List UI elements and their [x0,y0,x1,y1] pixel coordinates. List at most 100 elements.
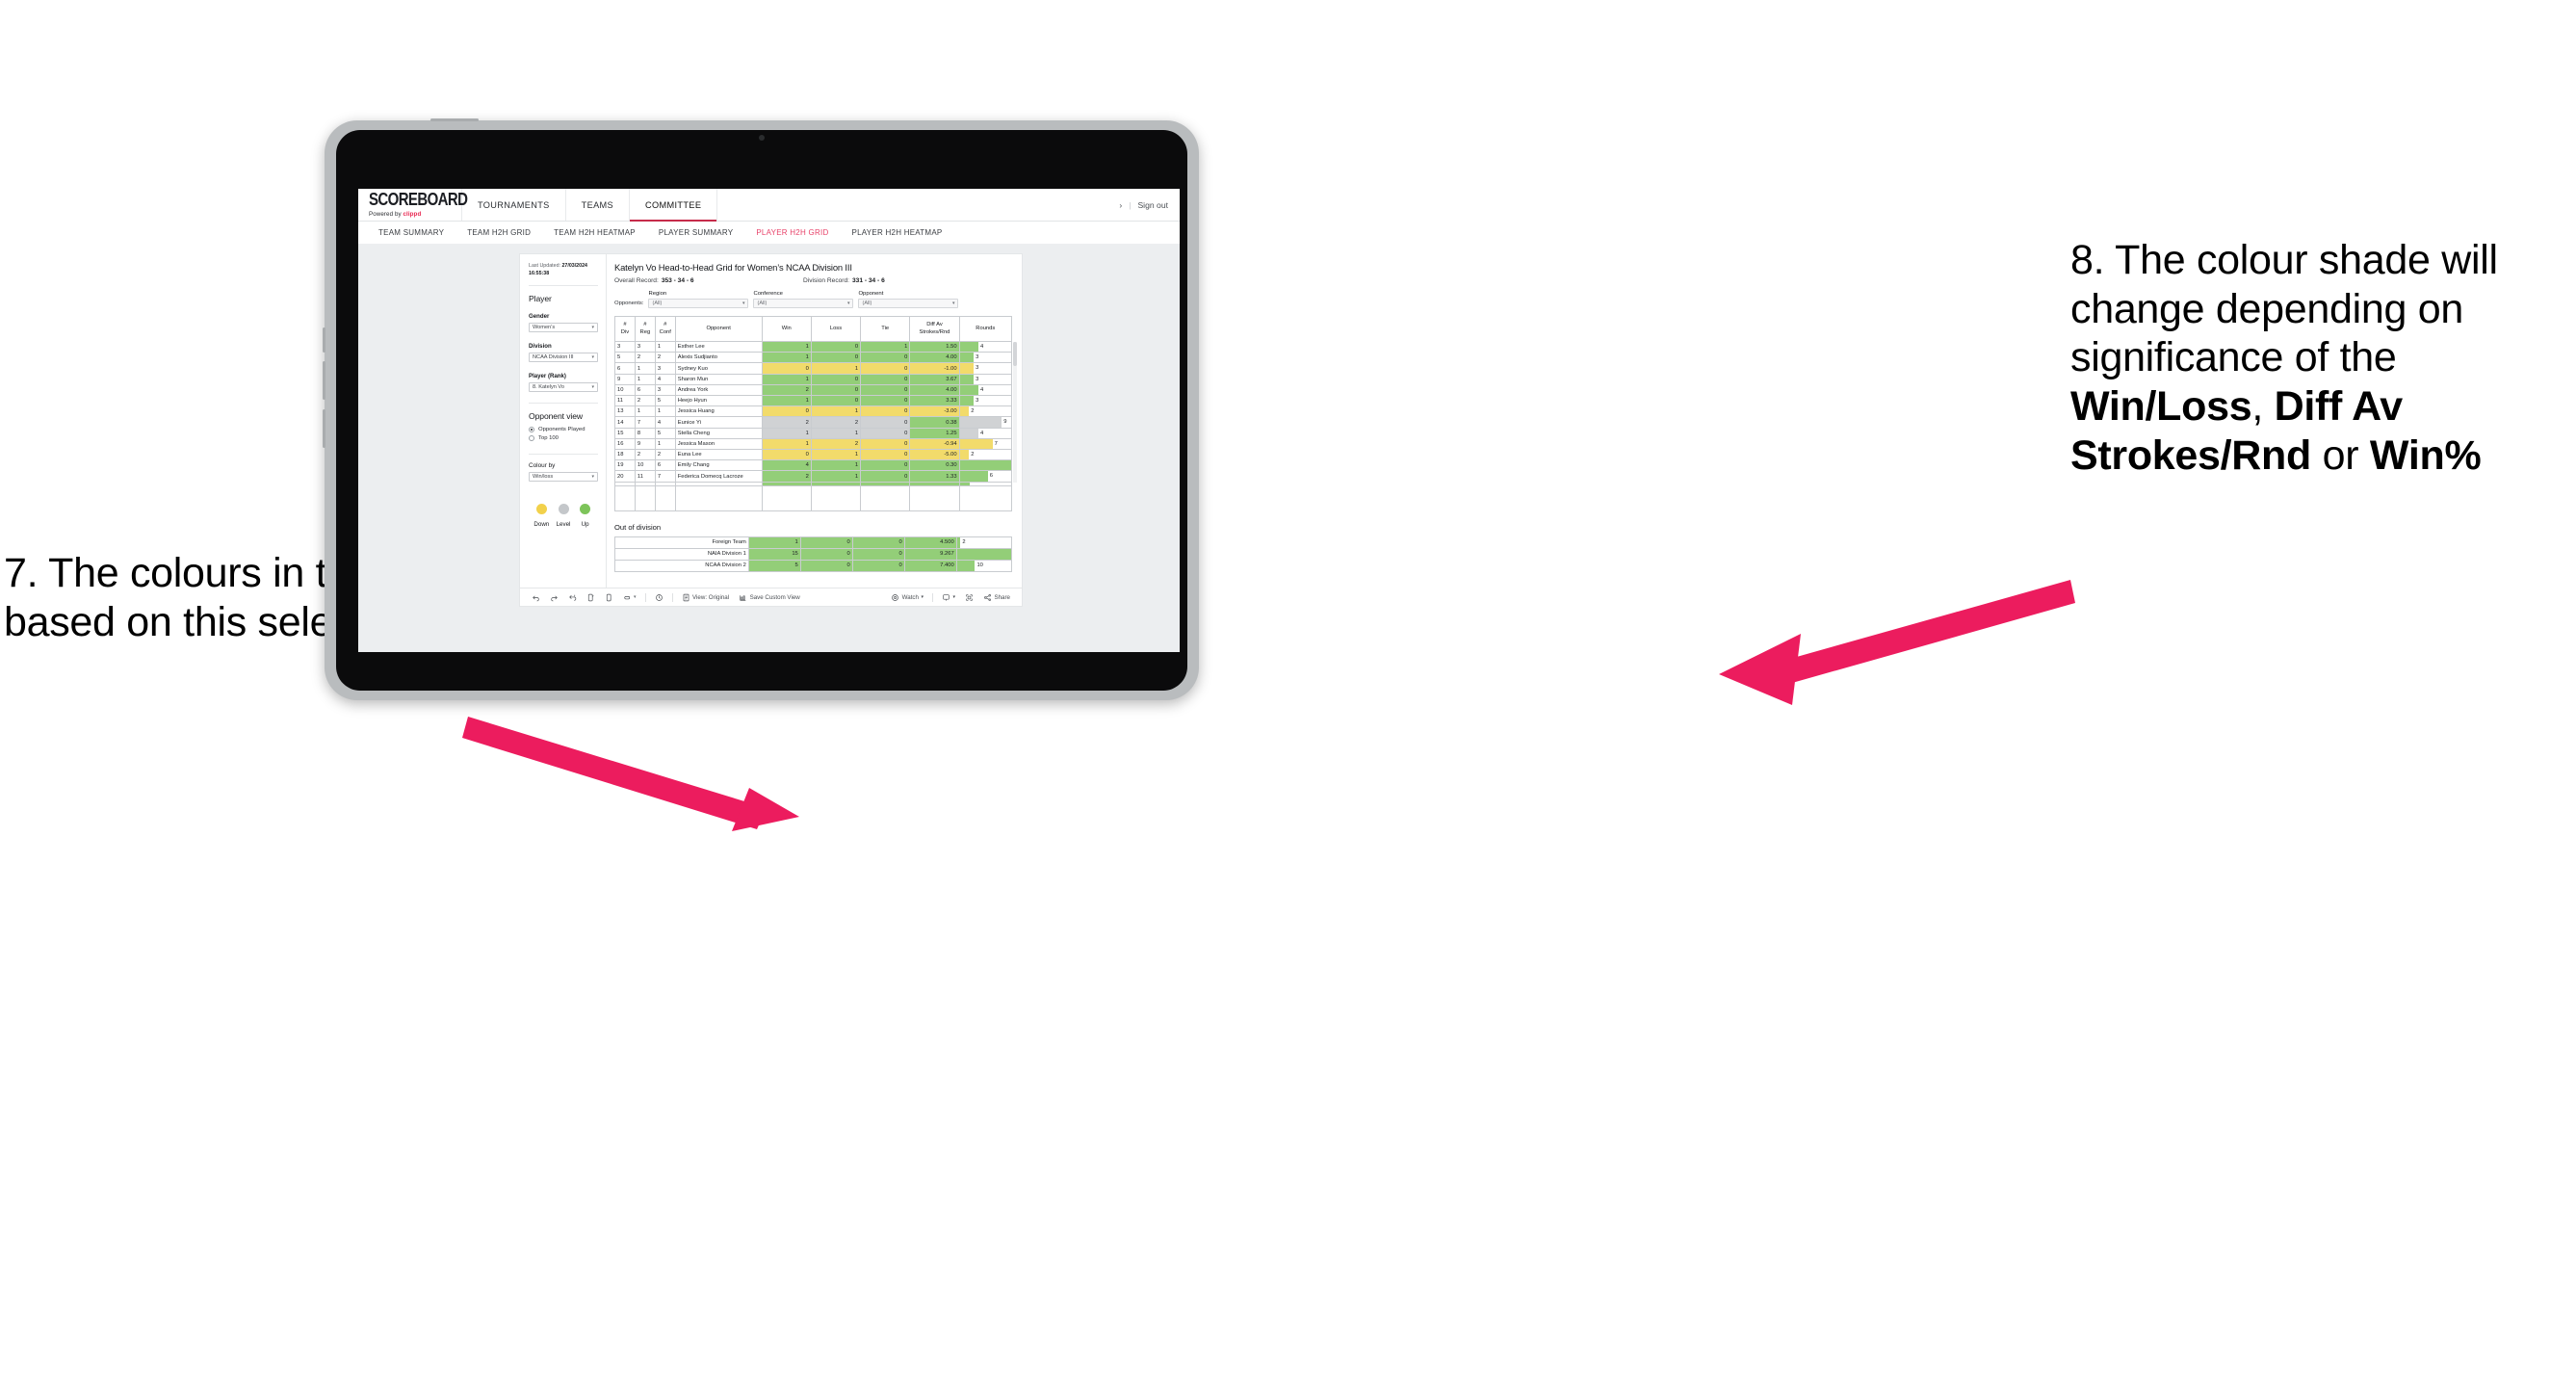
subnav-player-summary[interactable]: PLAYER SUMMARY [647,228,744,237]
list-item[interactable]: Foreign Team 1 0 0 4.500 2 [614,536,1013,549]
cell-diff-av-strokes: -0.94 [909,437,960,451]
opponent-filters: Opponents: Region (All) ▾ Conference (Al… [614,291,1012,308]
radio-top-100[interactable]: Top 100 [529,434,598,441]
table-row[interactable]: 15 8 5 Stella Cheng 1 1 0 1.25 4 [614,427,1013,439]
table-row[interactable]: 10 6 3 Andrea York 2 0 0 4.00 4 [614,383,1013,397]
table-row[interactable]: 18 2 2 Euna Lee 0 1 0 -5.00 2 [614,449,1013,461]
list-item[interactable]: NAIA Division 115009.26730 [614,547,1013,561]
nav-teams[interactable]: TEAMS [566,189,631,221]
rounds-bar [957,549,1011,560]
rounds-value: 4 [980,344,984,350]
nav-committee[interactable]: COMMITTEE [630,189,718,222]
cell-diff-av-strokes: 4.00 [909,352,960,364]
table-row[interactable]: 19106Emily Chang4100.3011 [614,459,1013,472]
rounds-value: 2 [971,408,975,415]
app-header: SCOREBOARD Powered by clippd TOURNAMENTS… [358,189,1180,222]
cell-opponent: Eunice Yi [674,416,763,429]
annotation-right-bold-3: Win% [2369,431,2482,479]
primary-nav: TOURNAMENTS TEAMS COMMITTEE [462,189,718,222]
cell-rounds: 3 [958,373,1013,385]
col-tie: Tie [860,316,911,342]
save-custom-view-button[interactable]: Save Custom View [734,593,805,602]
watch-button[interactable]: Watch ▾ [886,593,928,602]
filter-region-select[interactable]: (All) ▾ [648,299,749,308]
cell-tie: 0 [860,449,911,461]
fullscreen-icon[interactable] [960,593,978,602]
filter-opponent-select[interactable]: (All) ▾ [858,299,959,308]
cell-tie: 0 [860,352,911,364]
pause-updates-icon[interactable] [600,593,618,602]
nav-tournaments[interactable]: TOURNAMENTS [462,189,566,221]
cell-diff-av-strokes: 1.25 [909,427,960,439]
division-label: Division [529,342,552,350]
cell-rounds: 3 [958,362,1013,375]
player-rank-select[interactable]: 8. Katelyn Vo ▾ [529,381,598,392]
cell-win: 15 [747,547,801,561]
grid-scrollbar[interactable] [1013,342,1017,483]
table-row[interactable]: 5 2 2 Alexis Sudjianto 1 0 0 4.00 3 [614,352,1013,364]
download-button[interactable]: ▾ [937,593,960,602]
table-empty-area [614,484,1013,511]
rounds-value: 4 [980,430,984,436]
filter-region: Region (All) ▾ [648,291,749,308]
cell-div: 18 [614,449,636,461]
undo-icon[interactable] [527,593,545,602]
rounds-bar [960,483,971,485]
cell-reg: 1 [634,362,656,375]
division-select[interactable]: NCAA Division III ▾ [529,352,598,362]
cell-reg: 2 [634,395,656,407]
radio-opponents-played[interactable]: Opponents Played [529,426,598,432]
tablet-device: SCOREBOARD Powered by clippd TOURNAMENTS… [323,118,1199,700]
chevron-right-icon[interactable]: › [1119,200,1122,210]
cell-loss: 0 [810,395,862,407]
table-row[interactable]: 16 9 1 Jessica Mason 1 2 0 -0.94 7 [614,437,1013,451]
cell-empty [860,484,911,511]
cell-loss: 0 [810,352,862,364]
chevron-down-icon[interactable]: ▾ [633,594,641,600]
table-row[interactable]: 14 7 4 Eunice Yi 2 2 0 0.38 9 [614,416,1013,429]
rounds-value: 3 [976,376,979,382]
subnav-player-h2h-heatmap[interactable]: PLAYER H2H HEATMAP [841,228,954,237]
table-row[interactable]: 3 3 1 Esther Lee 1 0 1 1.50 4 [614,340,1013,353]
subnav-player-h2h-grid[interactable]: PLAYER H2H GRID [744,228,840,237]
share-button[interactable]: Share [978,593,1015,602]
cell-conf: 2 [654,352,676,364]
cell-loss: 2 [810,416,862,429]
table-row[interactable]: 13 1 1 Jessica Huang 0 1 0 -3.00 2 [614,405,1013,418]
last-updated-label: Last Updated: [529,263,562,269]
cell-loss: 2 [810,437,862,451]
view-original-button[interactable]: View: Original [677,593,735,602]
list-item[interactable]: NCAA Division 2 5 0 0 7.400 10 [614,559,1013,572]
filter-conference-select[interactable]: (All) ▾ [753,299,854,308]
table-row[interactable]: 20 11 7 Federica Domecq Lacroze 2 1 0 1.33 6 [614,470,1013,483]
highlight-icon[interactable] [618,593,633,602]
cell-win: 1 [761,437,812,451]
subnav-team-h2h-heatmap[interactable]: TEAM H2H HEATMAP [542,228,647,237]
table-row[interactable]: 6 1 3 Sydney Kuo 0 1 0 -1.00 3 [614,362,1013,375]
cell-empty [674,484,763,511]
brand-logo[interactable]: SCOREBOARD Powered by clippd [358,189,468,221]
subnav-team-summary[interactable]: TEAM SUMMARY [367,228,455,237]
cell-reg: 9 [634,437,656,451]
refresh-data-icon[interactable] [582,593,600,602]
sign-out-link[interactable]: Sign out [1137,200,1168,210]
legend-label-down: Down [533,520,550,528]
cell-win: 1 [761,373,812,385]
cell-tie: 0 [860,362,911,375]
grid-scrollbar-thumb[interactable] [1013,342,1017,366]
colour-by-select[interactable]: Win/loss ▾ [529,471,598,482]
subnav-team-h2h-grid[interactable]: TEAM H2H GRID [455,228,542,237]
cell-opponent: Emily Chang [674,459,763,472]
revert-icon[interactable] [563,593,582,602]
division-record: Division Record: 331 - 34 - 6 [803,277,885,284]
table-row[interactable]: 11 2 5 Heejo Hyun 1 0 0 3.33 3 [614,395,1013,407]
table-row[interactable]: 9 1 4 Sharon Mun 1 0 0 3.67 3 [614,373,1013,385]
history-icon[interactable] [650,593,668,602]
gender-select[interactable]: Women’s ▾ [529,322,598,332]
cell-tie: 0 [860,405,911,418]
redo-icon[interactable] [545,593,563,602]
gender-label: Gender [529,312,550,320]
cell-reg: 8 [634,427,656,439]
filter-region-label: Region [648,291,667,297]
save-custom-view-label: Save Custom View [749,593,800,601]
